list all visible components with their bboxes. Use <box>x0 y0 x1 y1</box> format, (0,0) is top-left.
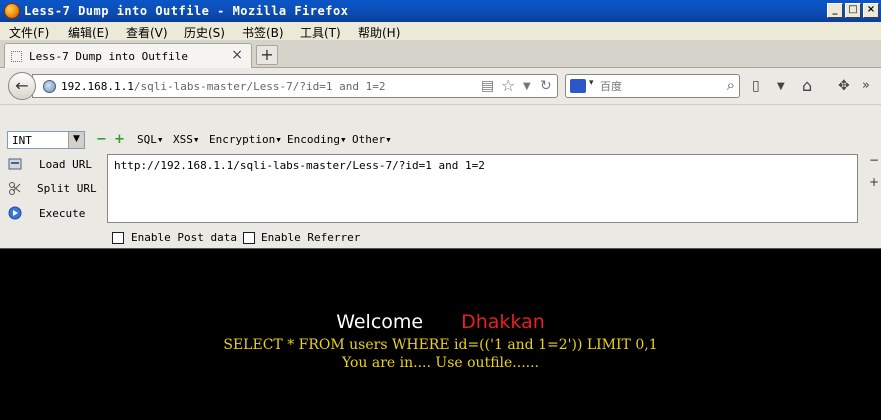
welcome-name: Dhakkan <box>461 311 545 333</box>
decrease-icon[interactable]: − <box>96 133 107 146</box>
welcome-line: Welcome Dhakkan <box>0 311 881 333</box>
chevron-down-icon[interactable]: ▼ <box>68 132 84 148</box>
page-favicon-icon <box>11 51 22 62</box>
enable-post-label: Enable Post data <box>131 231 237 244</box>
type-select-value: INT <box>12 134 32 147</box>
menu-edit[interactable]: 编辑(E) <box>68 24 109 41</box>
menu-other[interactable]: Other▾ <box>352 133 392 146</box>
menu-encryption[interactable]: Encryption▾ <box>209 133 282 146</box>
bookmarks-dropdown-icon[interactable]: ▼ <box>777 81 785 92</box>
menu-bookmarks[interactable]: 书签(B) <box>242 24 284 41</box>
tab-label: Less-7 Dump into Outfile <box>29 50 188 63</box>
search-input[interactable] <box>600 78 710 94</box>
menu-file[interactable]: 文件(F) <box>9 24 49 41</box>
back-button[interactable]: ← <box>8 72 36 100</box>
url-textarea[interactable]: http://192.168.1.1/sqli-labs-master/Less… <box>107 154 858 223</box>
maximize-button[interactable]: □ <box>845 3 861 18</box>
shrink-textarea-icon[interactable]: − <box>869 153 879 167</box>
tab-close-icon[interactable]: × <box>231 47 243 63</box>
result-message: You are in.... Use outfile...... <box>341 355 540 371</box>
tab-less7[interactable]: Less-7 Dump into Outfile × <box>4 43 252 68</box>
url-path: /sqli-labs-master/Less-7/?id=1 and 1=2 <box>133 80 386 93</box>
type-select[interactable]: INT ▼ <box>7 131 85 149</box>
menu-tools[interactable]: 工具(T) <box>300 24 341 41</box>
execute-button[interactable]: Execute <box>39 207 85 220</box>
url-text[interactable]: 192.168.1.1/sqli-labs-master/Less-7/?id=… <box>61 80 386 93</box>
menu-sql[interactable]: SQL▾ <box>137 133 164 146</box>
load-url-icon[interactable] <box>8 157 22 171</box>
welcome-text: Welcome <box>336 311 424 333</box>
increase-icon[interactable]: + <box>114 133 125 146</box>
search-engine-dropdown-icon[interactable]: ▾ <box>589 78 594 88</box>
menu-bar: 文件(F) 编辑(E) 查看(V) 历史(S) 书签(B) 工具(T) 帮助(H… <box>0 22 881 40</box>
tab-strip: Less-7 Dump into Outfile × + <box>0 40 881 68</box>
url-host: 192.168.1.1 <box>61 80 134 93</box>
window-titlebar: Less-7 Dump into Outfile - Mozilla Firef… <box>0 0 881 22</box>
page-content: Welcome Dhakkan SELECT * FROM users WHERE… <box>0 248 881 420</box>
site-identity-icon[interactable] <box>43 80 56 93</box>
rss-icon[interactable]: ▤ <box>481 78 494 94</box>
menu-view[interactable]: 查看(V) <box>126 24 168 41</box>
addon-icon[interactable]: ✥ <box>838 78 850 94</box>
load-url-button[interactable]: Load URL <box>39 158 92 171</box>
dropdown-icon[interactable]: ▼ <box>523 81 531 92</box>
menu-help[interactable]: 帮助(H) <box>358 24 400 41</box>
hackbar-panel: INT ▼ − + SQL▾ XSS▾ Encryption▾ Encoding… <box>0 104 881 248</box>
enable-referrer-label: Enable Referrer <box>261 231 361 244</box>
execute-icon[interactable] <box>8 206 22 220</box>
menu-xss[interactable]: XSS▾ <box>173 133 200 146</box>
bookmark-star-icon[interactable]: ☆ <box>501 76 515 95</box>
overflow-chevron-icon[interactable]: » <box>862 78 870 93</box>
minimize-button[interactable]: _ <box>827 3 843 18</box>
enable-referrer-checkbox[interactable] <box>243 232 255 244</box>
bookmarks-icon[interactable]: ▯ <box>752 78 760 94</box>
navigation-bar: 192.168.1.1/sqli-labs-master/Less-7/?id=… <box>0 68 881 104</box>
close-button[interactable]: × <box>863 3 879 18</box>
enable-post-checkbox[interactable] <box>112 232 124 244</box>
firefox-logo-icon <box>4 3 20 19</box>
url-bar[interactable]: 192.168.1.1/sqli-labs-master/Less-7/?id=… <box>32 74 558 98</box>
reload-icon[interactable]: ↻ <box>540 78 552 94</box>
window-title: Less-7 Dump into Outfile - Mozilla Firef… <box>24 4 349 18</box>
menu-encoding[interactable]: Encoding▾ <box>287 133 347 146</box>
search-engine-icon[interactable] <box>570 79 586 93</box>
split-url-icon[interactable] <box>8 181 22 195</box>
home-icon[interactable]: ⌂ <box>802 76 812 95</box>
new-tab-button[interactable]: + <box>256 45 278 65</box>
search-bar[interactable]: ▾ ⌕ <box>565 74 740 98</box>
search-icon[interactable]: ⌕ <box>727 76 735 94</box>
menu-history[interactable]: 历史(S) <box>184 24 225 41</box>
expand-textarea-icon[interactable]: + <box>869 175 879 189</box>
split-url-button[interactable]: Split URL <box>37 182 97 195</box>
sql-query-text: SELECT * FROM users WHERE id=(('1 and 1=… <box>223 337 658 353</box>
